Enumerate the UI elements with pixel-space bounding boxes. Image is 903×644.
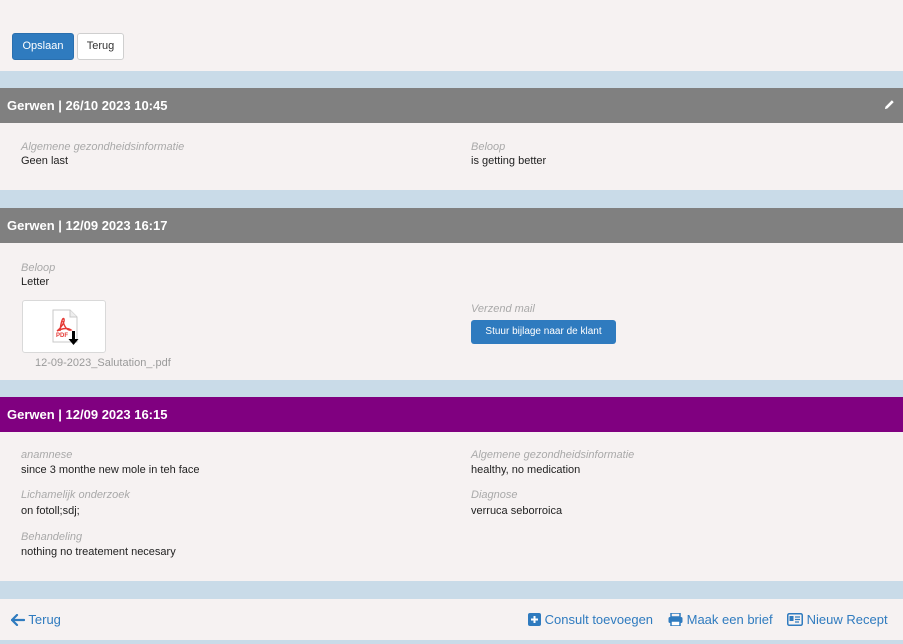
pdf-icon-text: PDF	[56, 333, 68, 339]
field-label: Algemene gezondheidsinformatie	[21, 141, 185, 153]
consult-entry: Gerwen | 26/10 2023 10:45 Algemene gezon…	[0, 88, 903, 190]
add-consult-link[interactable]: Consult toevoegen	[528, 599, 653, 640]
save-button[interactable]: Opslaan	[12, 33, 74, 60]
back-link-label: Terug	[28, 612, 61, 627]
send-attachment-button[interactable]: Stuur bijlage naar de klant	[471, 320, 616, 344]
back-button[interactable]: Terug	[77, 33, 124, 60]
make-letter-link[interactable]: Maak een brief	[668, 599, 773, 640]
entry-header-title: Gerwen | 12/09 2023 16:15	[7, 407, 168, 422]
arrow-left-icon	[10, 612, 28, 627]
field-label: Lichamelijk onderzoek	[21, 489, 130, 501]
field-label: anamnese	[21, 449, 73, 461]
field-label: Verzend mail	[471, 303, 535, 315]
attachment-file-name[interactable]: 12-09-2023_Salutation_.pdf	[35, 357, 171, 369]
printer-icon	[668, 612, 687, 627]
field-value: verruca seborroica	[471, 505, 563, 517]
field-label: Diagnose	[471, 489, 518, 501]
field-value: is getting better	[471, 155, 547, 167]
plus-square-icon	[528, 612, 545, 627]
field-value: on fotoll;sdj;	[21, 505, 80, 517]
entry-header: Gerwen | 12/09 2023 16:17	[0, 208, 903, 243]
new-recipe-link[interactable]: Nieuw Recept	[787, 599, 888, 640]
add-consult-label: Consult toevoegen	[544, 612, 654, 627]
field-value: Geen last	[21, 155, 69, 167]
back-link[interactable]: Terug	[10, 599, 61, 640]
entry-header: Gerwen | 12/09 2023 16:15	[0, 397, 903, 432]
field-value: since 3 monthe new mole in teh face	[21, 464, 200, 476]
edit-pencil-icon[interactable]	[884, 88, 895, 123]
field-value: Letter	[21, 276, 50, 288]
consult-entry: Gerwen | 12/09 2023 16:15 anamnese since…	[0, 397, 903, 581]
field-label: Algemene gezondheidsinformatie	[471, 449, 635, 461]
pdf-attachment-thumbnail[interactable]: PDF	[22, 300, 106, 353]
field-value: healthy, no medication	[471, 464, 581, 476]
top-toolbar: Opslaan Terug	[0, 0, 903, 71]
field-label: Beloop	[21, 262, 56, 274]
field-label: Beloop	[471, 141, 506, 153]
consult-entry: Gerwen | 12/09 2023 16:17 Beloop Letter …	[0, 208, 903, 380]
id-card-icon	[787, 612, 807, 627]
make-letter-label: Maak een brief	[686, 612, 773, 627]
entry-header: Gerwen | 26/10 2023 10:45	[0, 88, 903, 123]
new-recipe-label: Nieuw Recept	[806, 612, 888, 627]
bottom-action-bar: Terug Consult toevoegen Maak een brief N…	[0, 599, 903, 640]
entry-header-title: Gerwen | 12/09 2023 16:17	[7, 218, 168, 233]
pdf-download-icon: PDF	[50, 309, 82, 352]
entry-header-title: Gerwen | 26/10 2023 10:45	[7, 98, 168, 113]
field-label: Behandeling	[21, 531, 83, 543]
field-value: nothing no treatement necesary	[21, 546, 176, 558]
